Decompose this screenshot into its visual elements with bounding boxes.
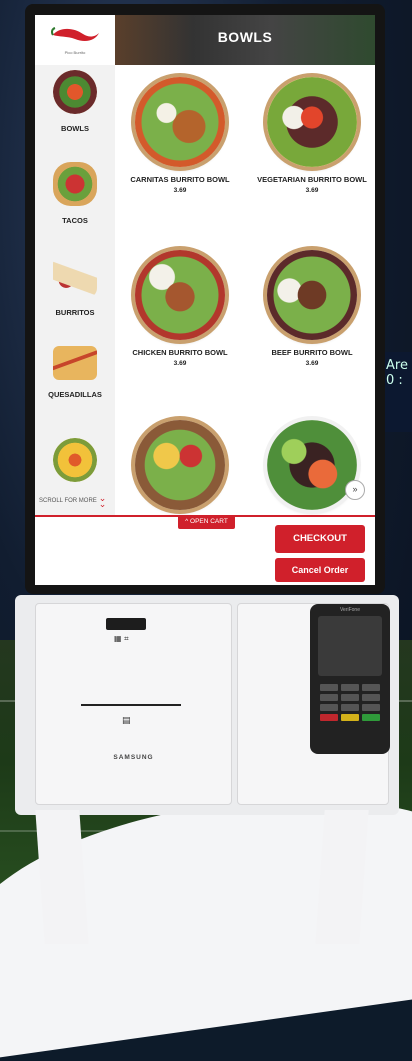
scroll-down-button[interactable]: » bbox=[345, 480, 365, 500]
sidebar-item-label: BURRITOS bbox=[55, 308, 95, 317]
sidebar-item-bowls[interactable]: BOWLS bbox=[35, 70, 115, 133]
receipt-icon: ▤ bbox=[122, 716, 131, 726]
item-name: BEEF BURRITO BOWL bbox=[271, 348, 353, 357]
menu-item-vegetarian-bowl[interactable]: VEGETARIAN BURRITO BOWL 3.69 bbox=[252, 77, 372, 194]
sidebar-item-quesadillas[interactable]: QUESADILLAS bbox=[35, 346, 115, 399]
keypad-key bbox=[362, 704, 380, 711]
menu-item-carnitas-bowl[interactable]: CARNITAS BURRITO BOWL 3.69 bbox=[120, 77, 240, 194]
item-price: 3.69 bbox=[173, 360, 187, 367]
nachos-icon bbox=[53, 438, 97, 482]
scroll-more-label: SCROLL FOR MORE bbox=[39, 498, 97, 504]
terminal-screen bbox=[318, 616, 382, 676]
item-price: 3.69 bbox=[305, 360, 319, 367]
keypad-key bbox=[362, 694, 380, 701]
item-price: 3.69 bbox=[173, 187, 187, 194]
item-price: 3.69 bbox=[305, 187, 319, 194]
carnitas-bowl-image bbox=[135, 77, 225, 167]
chevron-down-icon: ⌄ ⌄ bbox=[98, 493, 107, 509]
keypad-key bbox=[341, 694, 359, 701]
keypad-key bbox=[341, 704, 359, 711]
chevron-down-icon: » bbox=[352, 484, 358, 494]
payment-terminal[interactable]: VeriFone bbox=[310, 604, 390, 754]
terminal-keypad bbox=[320, 684, 380, 721]
menu-item-chicken-bowl[interactable]: CHICKEN BURRITO BOWL 3.69 bbox=[120, 250, 240, 367]
cart-bar: ^ OPEN CART CHECKOUT Cancel Order bbox=[35, 515, 375, 585]
keypad-key bbox=[320, 694, 338, 701]
cancel-key bbox=[320, 714, 338, 721]
tacos-icon bbox=[53, 162, 97, 206]
category-sidebar: BOWLS TACOS BURRITOS QUESADILLAS SCROLL … bbox=[35, 65, 115, 515]
keypad-key bbox=[320, 704, 338, 711]
sidebar-item-tacos[interactable]: TACOS bbox=[35, 162, 115, 225]
quesadilla-icon bbox=[53, 346, 97, 380]
terminal-brand: VeriFone bbox=[339, 607, 360, 613]
checkout-button[interactable]: CHECKOUT bbox=[275, 525, 365, 553]
kiosk-leg-right bbox=[315, 810, 369, 944]
sidebar-item-nachos[interactable] bbox=[35, 438, 115, 482]
bowl-5-image bbox=[135, 420, 225, 510]
sidebar-item-label: QUESADILLAS bbox=[48, 390, 102, 399]
top-bar: Pico Burrito BOWLS bbox=[35, 15, 375, 65]
vegetarian-bowl-image bbox=[267, 77, 357, 167]
stadium-sign: Are 0 : bbox=[384, 352, 412, 432]
menu-grid: CARNITAS BURRITO BOWL 3.69 VEGETARIAN BU… bbox=[115, 65, 375, 515]
menu-item-beef-bowl[interactable]: BEEF BURRITO BOWL 3.69 bbox=[252, 250, 372, 367]
kiosk-leg-left bbox=[35, 810, 89, 944]
item-name: VEGETARIAN BURRITO BOWL bbox=[257, 175, 367, 184]
bowl-icon bbox=[53, 70, 97, 114]
bowl-6-image bbox=[267, 420, 357, 510]
open-cart-button[interactable]: ^ OPEN CART bbox=[178, 515, 235, 529]
sidebar-item-label: BOWLS bbox=[61, 124, 89, 133]
menu-item-bowl-5[interactable] bbox=[120, 420, 240, 510]
kiosk-screen: Pico Burrito BOWLS BOWLS TACOS BURRITOS … bbox=[35, 15, 375, 585]
brand-label: SAMSUNG bbox=[113, 754, 154, 761]
clear-key bbox=[341, 714, 359, 721]
beef-bowl-image bbox=[267, 250, 357, 340]
cancel-order-button[interactable]: Cancel Order bbox=[275, 558, 365, 582]
page-title: BOWLS bbox=[217, 29, 273, 45]
receipt-slot bbox=[81, 704, 181, 706]
item-name: CARNITAS BURRITO BOWL bbox=[130, 175, 230, 184]
qr-scan-icon: ▦ ⌗ bbox=[114, 634, 129, 643]
printer-panel: ▦ ⌗ ▤ SAMSUNG bbox=[35, 603, 232, 805]
item-name: CHICKEN BURRITO BOWL bbox=[132, 348, 228, 357]
scanner bbox=[106, 618, 146, 630]
scroll-for-more[interactable]: SCROLL FOR MORE ⌄ ⌄ bbox=[39, 493, 107, 509]
sidebar-item-burritos[interactable]: BURRITOS bbox=[35, 254, 115, 317]
enter-key bbox=[362, 714, 380, 721]
chicken-bowl-image bbox=[135, 250, 225, 340]
keypad-key bbox=[362, 684, 380, 691]
keypad-key bbox=[320, 684, 338, 691]
logo-text: Pico Burrito bbox=[64, 50, 86, 55]
burrito-icon bbox=[53, 254, 97, 298]
logo: Pico Burrito bbox=[35, 15, 115, 65]
sidebar-item-label: TACOS bbox=[62, 216, 88, 225]
keypad-key bbox=[341, 684, 359, 691]
chili-logo-icon bbox=[50, 27, 99, 41]
